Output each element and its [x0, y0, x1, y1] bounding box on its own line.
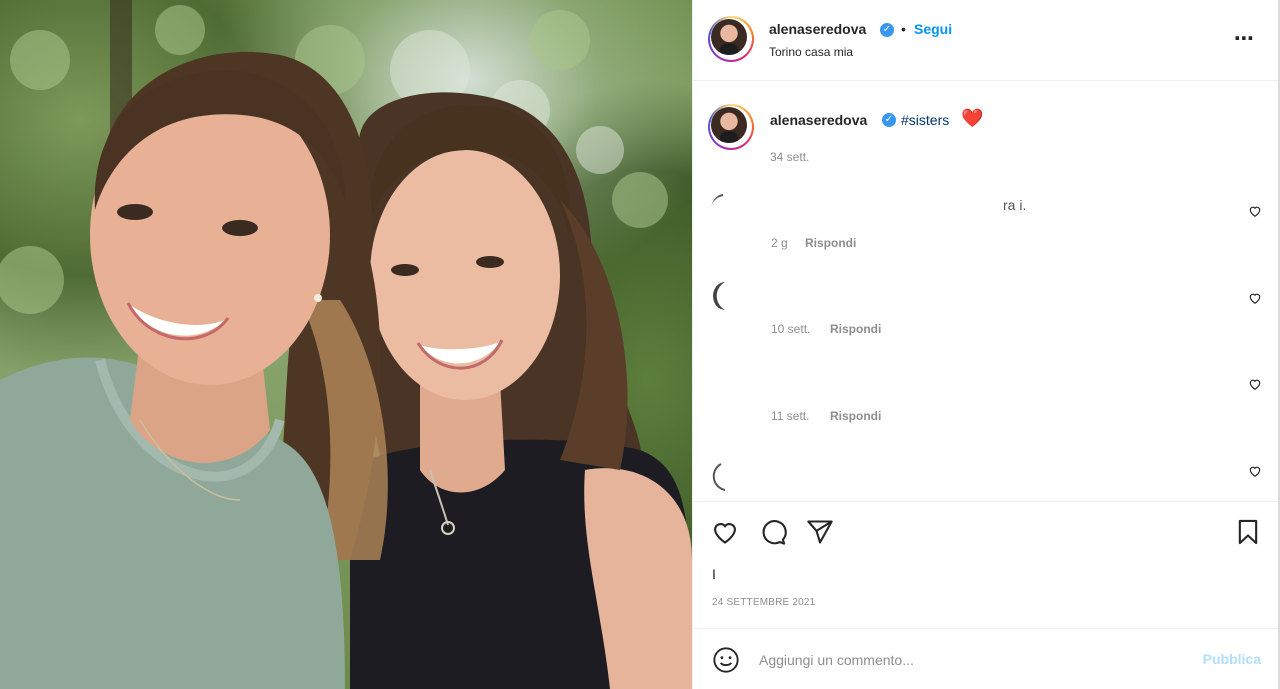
separator-dot: •: [901, 21, 906, 37]
post-date: 24 SETTEMBRE 2021: [712, 597, 816, 608]
post-header: alenaseredova ✓ • Segui Torino casa mia …: [693, 0, 1279, 81]
caption-verified-badge-icon: ✓: [882, 113, 896, 127]
comment-avatar[interactable]: [711, 193, 743, 225]
post-side-panel: alenaseredova ✓ • Segui Torino casa mia …: [692, 0, 1279, 689]
bookmark-icon[interactable]: [1234, 518, 1262, 546]
avatar[interactable]: [708, 16, 754, 62]
comment-like-heart-icon[interactable]: [1248, 377, 1262, 391]
follow-button[interactable]: Segui: [914, 21, 952, 37]
comment-form: Pubblica: [693, 628, 1279, 689]
publish-button[interactable]: Pubblica: [1203, 651, 1261, 667]
verified-badge-icon: ✓: [880, 23, 894, 37]
caption-avatar[interactable]: [708, 104, 754, 150]
comment-like-heart-icon[interactable]: [1248, 464, 1262, 478]
comment-input[interactable]: [759, 649, 1179, 671]
comment-like-heart-icon[interactable]: [1248, 291, 1262, 305]
caption-hashtag[interactable]: #sisters: [901, 112, 949, 128]
share-icon[interactable]: [806, 518, 834, 546]
post-photo[interactable]: [0, 0, 692, 689]
caption-username[interactable]: alenaseredova: [770, 112, 867, 128]
emoji-icon[interactable]: [712, 646, 740, 674]
post-actions-bar: [693, 501, 1279, 545]
comment-icon[interactable]: [759, 518, 787, 546]
comment-time: 11 sett.: [771, 409, 810, 423]
comment-avatar[interactable]: [711, 280, 743, 312]
reply-button[interactable]: Rispondi: [805, 236, 856, 250]
comment-time: 2 g: [771, 236, 788, 250]
more-options-icon[interactable]: ⋯: [1234, 26, 1255, 51]
reply-button[interactable]: Rispondi: [830, 322, 881, 336]
comment-like-heart-icon[interactable]: [1248, 204, 1262, 218]
reply-button[interactable]: Rispondi: [830, 409, 881, 423]
comment-text: ra i.: [1003, 197, 1027, 213]
caption-time: 34 sett.: [770, 150, 810, 164]
heart-icon[interactable]: [711, 518, 739, 546]
comment-avatar[interactable]: [711, 460, 743, 492]
location-link[interactable]: Torino casa mia: [769, 45, 853, 59]
header-username[interactable]: alenaseredova: [769, 21, 866, 37]
red-heart-emoji: ❤️: [961, 108, 984, 128]
photo-scene: [0, 0, 692, 689]
comment-avatar[interactable]: [711, 372, 743, 404]
likes-text: I: [712, 566, 716, 582]
comment-time: 10 sett.: [771, 322, 811, 336]
